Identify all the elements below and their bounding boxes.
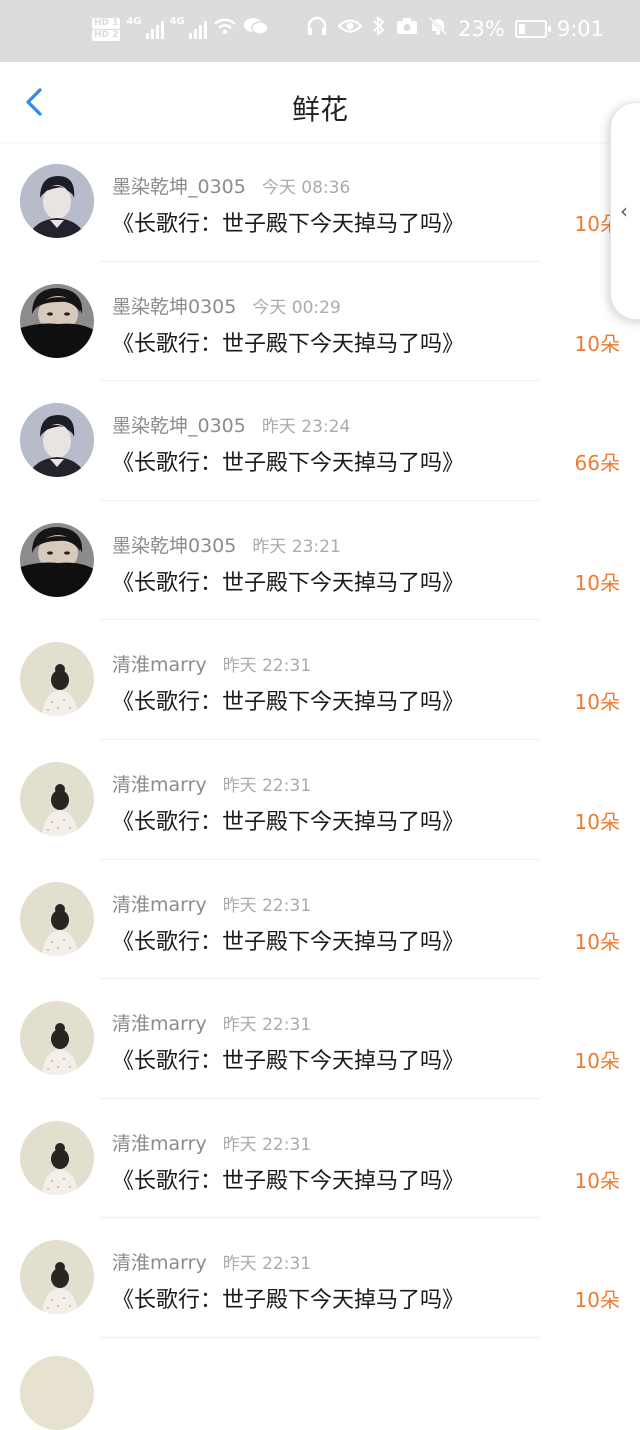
chevron-left-icon: ‹ <box>620 199 628 223</box>
record-meta: 清淮marry 昨天 22:31 <box>112 890 311 917</box>
username: 墨染乾坤0305 <box>112 534 237 557</box>
record-meta: 墨染乾坤0305 昨天 23:21 <box>112 531 341 558</box>
timestamp: 昨天 23:24 <box>261 417 351 438</box>
username: 清淮marry <box>112 773 207 796</box>
avatar[interactable] <box>20 1120 94 1195</box>
flower-count: 66朵 <box>574 451 620 476</box>
battery-percent: 23% <box>458 17 505 41</box>
timestamp: 昨天 22:31 <box>222 1015 312 1036</box>
flower-record-list: 墨染乾坤_0305 今天 08:36 《长歌行：世子殿下今天掉马了吗》 10朵 墨染乾坤… <box>0 142 640 1338</box>
flower-count: 10朵 <box>574 331 620 356</box>
battery-icon <box>514 20 551 38</box>
hd-badges: HD 1 HD 2 <box>92 17 121 41</box>
wifi-icon <box>213 16 237 42</box>
status-bar: HD 1 HD 2 4G 4G 23% 9:01 <box>0 0 640 62</box>
timestamp: 今天 00:29 <box>252 297 341 318</box>
flower-count: 10朵 <box>574 690 620 715</box>
hd1-badge: HD 1 <box>92 17 121 29</box>
flower-count: 10朵 <box>574 809 620 834</box>
list-item[interactable]: 清淮marry 昨天 22:31 《长歌行：世子殿下今天掉马了吗》 10朵 <box>0 1218 640 1338</box>
wechat-icon <box>243 16 269 42</box>
timestamp: 今天 08:36 <box>261 178 351 198</box>
avatar[interactable] <box>20 283 94 358</box>
record-meta: 墨染乾坤0305 今天 00:29 <box>112 292 341 319</box>
flower-count: 10朵 <box>574 1049 620 1074</box>
camera-icon <box>396 17 418 41</box>
timestamp: 昨天 22:31 <box>222 656 312 677</box>
record-meta: 清淮marry 昨天 22:31 <box>112 1129 311 1156</box>
flower-count: 10朵 <box>574 1288 620 1313</box>
book-title: 《长歌行：世子殿下今天掉马了吗》 <box>112 451 465 477</box>
record-meta: 清淮marry 昨天 22:31 <box>112 1248 311 1275</box>
page-title: 鲜花 <box>291 93 348 126</box>
status-left: HD 1 HD 2 4G 4G <box>92 16 269 42</box>
eye-icon <box>337 17 363 41</box>
nav-bar: 鲜花 <box>0 62 640 142</box>
signal-icon <box>188 19 207 39</box>
record-meta: 清淮marry 昨天 22:31 <box>112 1009 311 1036</box>
timestamp: 昨天 22:31 <box>222 895 312 916</box>
book-title: 《长歌行：世子殿下今天掉马了吗》 <box>112 1288 465 1314</box>
book-title: 《长歌行：世子殿下今天掉马了吗》 <box>112 570 465 596</box>
avatar[interactable] <box>20 881 94 956</box>
headphones-icon <box>306 16 328 42</box>
side-drawer-tab[interactable]: ‹ <box>610 102 640 320</box>
list-item[interactable]: 墨染乾坤_0305 今天 08:36 《长歌行：世子殿下今天掉马了吗》 10朵 <box>0 142 640 262</box>
divider <box>100 1336 540 1338</box>
record-meta: 清淮marry 昨天 22:31 <box>112 770 311 797</box>
avatar[interactable] <box>20 522 94 597</box>
record-meta: 清淮marry 昨天 22:31 <box>112 650 311 677</box>
avatar[interactable] <box>20 642 94 717</box>
timestamp: 昨天 22:31 <box>222 1254 312 1275</box>
flower-count: 10朵 <box>574 929 620 954</box>
list-item[interactable]: 墨染乾坤0305 昨天 23:21 《长歌行：世子殿下今天掉马了吗》 10朵 <box>0 501 640 621</box>
username: 墨染乾坤_0305 <box>112 176 246 198</box>
list-item[interactable]: 清淮marry 昨天 22:31 《长歌行：世子殿下今天掉马了吗》 10朵 <box>0 860 640 980</box>
book-title: 《长歌行：世子殿下今天掉马了吗》 <box>112 212 465 237</box>
avatar[interactable] <box>20 1240 94 1315</box>
clock: 9:01 <box>556 17 604 41</box>
bluetooth-icon <box>372 15 386 42</box>
flower-count: 10朵 <box>574 1168 620 1193</box>
avatar[interactable] <box>20 403 94 478</box>
hd2-badge: HD 2 <box>92 29 121 41</box>
record-meta: 墨染乾坤_0305 昨天 23:24 <box>112 411 350 438</box>
username: 清淮marry <box>112 654 207 677</box>
status-right: 23% 9:01 <box>306 15 604 42</box>
sig2-label: 4G <box>169 16 185 27</box>
avatar <box>20 1356 94 1430</box>
book-title: 《长歌行：世子殿下今天掉马了吗》 <box>112 1168 465 1194</box>
mute-bell-icon <box>428 16 448 42</box>
username: 墨染乾坤_0305 <box>112 415 246 438</box>
timestamp: 昨天 22:31 <box>222 775 312 796</box>
timestamp: 昨天 23:21 <box>252 536 341 557</box>
username: 清淮marry <box>112 1252 207 1275</box>
book-title: 《长歌行：世子殿下今天掉马了吗》 <box>112 929 465 955</box>
book-title: 《长歌行：世子殿下今天掉马了吗》 <box>112 331 465 357</box>
book-title: 《长歌行：世子殿下今天掉马了吗》 <box>112 1049 465 1075</box>
avatar[interactable] <box>20 761 94 836</box>
list-item[interactable]: 墨染乾坤0305 今天 00:29 《长歌行：世子殿下今天掉马了吗》 10朵 <box>0 262 640 382</box>
book-title: 《长歌行：世子殿下今天掉马了吗》 <box>112 809 465 835</box>
list-item[interactable]: 墨染乾坤_0305 昨天 23:24 《长歌行：世子殿下今天掉马了吗》 66朵 <box>0 381 640 501</box>
sig1-label: 4G <box>126 16 142 27</box>
avatar[interactable] <box>20 1001 94 1076</box>
list-item[interactable]: 清淮marry 昨天 22:31 《长歌行：世子殿下今天掉马了吗》 10朵 <box>0 979 640 1099</box>
username: 墨染乾坤0305 <box>112 295 237 318</box>
avatar[interactable] <box>20 164 94 238</box>
signal-icon <box>145 19 164 39</box>
flower-count: 10朵 <box>574 570 620 595</box>
list-item[interactable]: 清淮marry 昨天 22:31 《长歌行：世子殿下今天掉马了吗》 10朵 <box>0 740 640 860</box>
username: 清淮marry <box>112 1013 207 1036</box>
list-item[interactable]: 清淮marry 昨天 22:31 《长歌行：世子殿下今天掉马了吗》 10朵 <box>0 1099 640 1219</box>
username: 清淮marry <box>112 893 207 916</box>
username: 清淮marry <box>112 1132 207 1155</box>
record-meta: 墨染乾坤_0305 今天 08:36 <box>112 172 350 199</box>
book-title: 《长歌行：世子殿下今天掉马了吗》 <box>112 690 465 716</box>
list-item[interactable]: 清淮marry 昨天 22:31 《长歌行：世子殿下今天掉马了吗》 10朵 <box>0 620 640 740</box>
timestamp: 昨天 22:31 <box>222 1134 312 1155</box>
